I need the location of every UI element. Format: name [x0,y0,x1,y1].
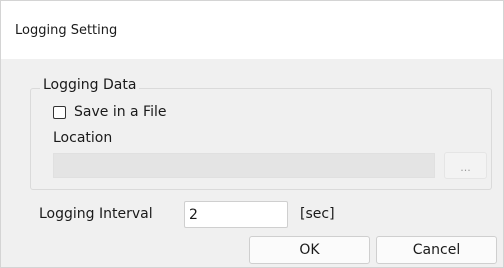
ok-button[interactable]: OK [249,236,370,264]
logging-interval-label: Logging Interval [39,206,153,222]
title-bar: Logging Setting [1,1,503,59]
save-in-file-option[interactable]: Save in a File [53,103,166,121]
logging-interval-input[interactable] [184,201,288,228]
location-field [53,153,435,178]
cancel-button[interactable]: Cancel [376,236,497,264]
browse-button[interactable]: ... [444,152,487,179]
save-in-file-checkbox[interactable] [53,105,66,119]
interval-unit-label: [sec] [300,206,335,222]
logging-setting-dialog: Logging Setting Logging Data Save in a F… [0,0,504,268]
logging-data-legend: Logging Data [40,77,140,93]
save-in-file-label: Save in a File [74,104,167,120]
location-label: Location [53,130,113,146]
dialog-title: Logging Setting [15,23,118,38]
